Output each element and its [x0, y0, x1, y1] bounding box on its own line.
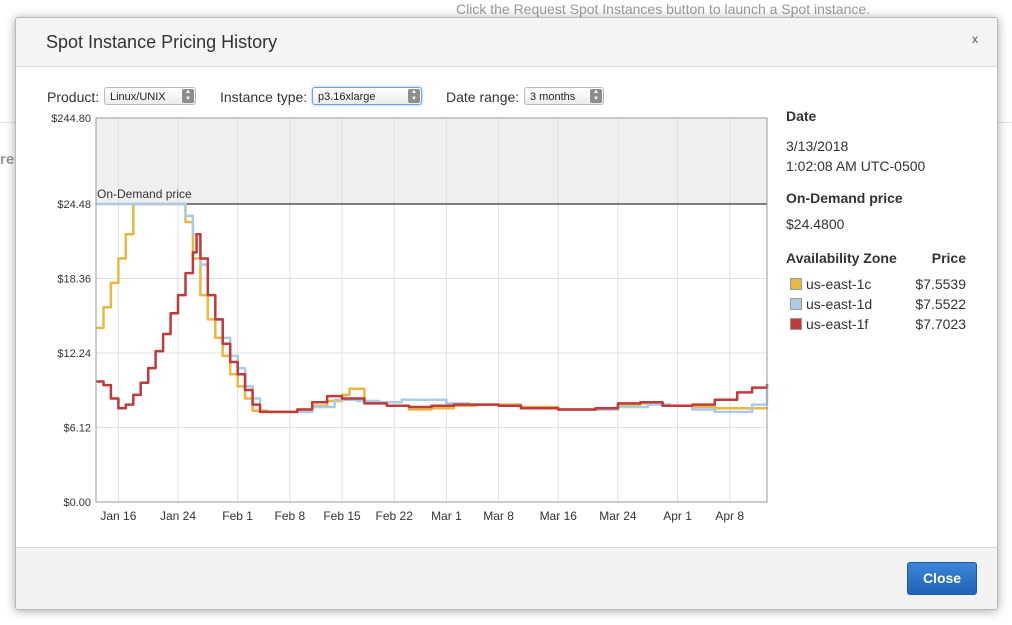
- x-tick-label: Jan 16: [100, 509, 136, 523]
- select-arrows-icon: ▲ ▼: [590, 89, 602, 103]
- select-arrows-icon: ▲ ▼: [182, 89, 194, 103]
- select-arrows-icon: ▲ ▼: [408, 89, 420, 103]
- y-tick-label: $0.00: [63, 497, 91, 509]
- zone-name: us-east-1c: [806, 276, 872, 292]
- instance-type-select-value: p3.16xlarge: [318, 91, 376, 103]
- x-tick-label: Mar 16: [540, 509, 578, 523]
- zone-row: us-east-1f $7.7023: [786, 314, 976, 334]
- date-heading: Date: [786, 108, 817, 124]
- zone-price: $7.7023: [915, 316, 966, 332]
- x-tick-label: Feb 22: [376, 509, 414, 523]
- background-text-fragment: re: [0, 151, 15, 168]
- x-tick-label: Feb 15: [323, 509, 361, 523]
- date-value: 3/13/2018: [786, 138, 849, 154]
- zone-table-header: Availability Zone Price: [786, 250, 976, 270]
- modal-header: Spot Instance Pricing History x: [16, 18, 997, 67]
- modal-title: Spot Instance Pricing History: [46, 32, 278, 52]
- instance-type-label: Instance type:: [220, 89, 308, 105]
- ondemand-annotation: On-Demand price: [97, 187, 192, 201]
- background-hint-text: Click the Request Spot Instances button …: [456, 1, 871, 17]
- y-tick-label: $12.24: [57, 348, 91, 360]
- x-tick-label: Mar 24: [599, 509, 637, 523]
- y-tick-label: $244.80: [51, 113, 91, 125]
- x-tick-label: Jan 24: [160, 509, 196, 523]
- close-button[interactable]: Close: [907, 562, 977, 595]
- x-tick-label: Apr 1: [663, 509, 692, 523]
- date-range-select-value: 3 months: [530, 91, 576, 103]
- pricing-history-modal: Spot Instance Pricing History x Product:…: [15, 17, 998, 610]
- x-tick-label: Feb 1: [222, 509, 253, 523]
- product-label: Product:: [47, 89, 100, 105]
- zone-name: us-east-1d: [806, 296, 873, 312]
- ondemand-value: $24.4800: [786, 216, 845, 232]
- zone-color-swatch: [790, 278, 802, 290]
- zone-price: $7.5539: [915, 276, 966, 292]
- price-column-header: Price: [931, 250, 966, 266]
- y-tick-label: $18.36: [57, 274, 91, 286]
- x-tick-label: Mar 1: [431, 509, 462, 523]
- product-select[interactable]: Linux/UNIX ▲ ▼: [104, 87, 196, 105]
- y-tick-label: $24.48: [57, 199, 91, 211]
- zone-row: us-east-1d $7.5522: [786, 294, 976, 314]
- details-panel: Date 3/13/2018 1:02:08 AM UTC-0500 On-De…: [786, 108, 976, 334]
- x-tick-label: Apr 8: [715, 509, 744, 523]
- time-value: 1:02:08 AM UTC-0500: [786, 158, 926, 174]
- x-tick-label: Mar 8: [483, 509, 514, 523]
- date-range-select[interactable]: 3 months ▲ ▼: [524, 87, 604, 105]
- y-tick-label: $6.12: [63, 423, 91, 435]
- modal-footer: Close: [16, 547, 997, 609]
- zone-name: us-east-1f: [806, 316, 869, 332]
- zone-price: $7.5522: [915, 296, 966, 312]
- zone-row: us-east-1c $7.5539: [786, 274, 976, 294]
- pricing-history-chart[interactable]: $0.00 $6.12 $12.24 $18.36 $24.48 $244.80 Jan 1…: [16, 113, 776, 553]
- close-icon[interactable]: x: [972, 32, 978, 46]
- az-column-header: Availability Zone: [786, 250, 897, 266]
- zone-color-swatch: [790, 298, 802, 310]
- product-select-value: Linux/UNIX: [110, 91, 166, 103]
- above-ondemand-band: [96, 118, 767, 204]
- ondemand-heading: On-Demand price: [786, 190, 903, 206]
- instance-type-select[interactable]: p3.16xlarge ▲ ▼: [312, 87, 422, 105]
- date-range-label: Date range:: [446, 89, 520, 105]
- zone-color-swatch: [790, 318, 802, 330]
- x-tick-label: Feb 8: [275, 509, 306, 523]
